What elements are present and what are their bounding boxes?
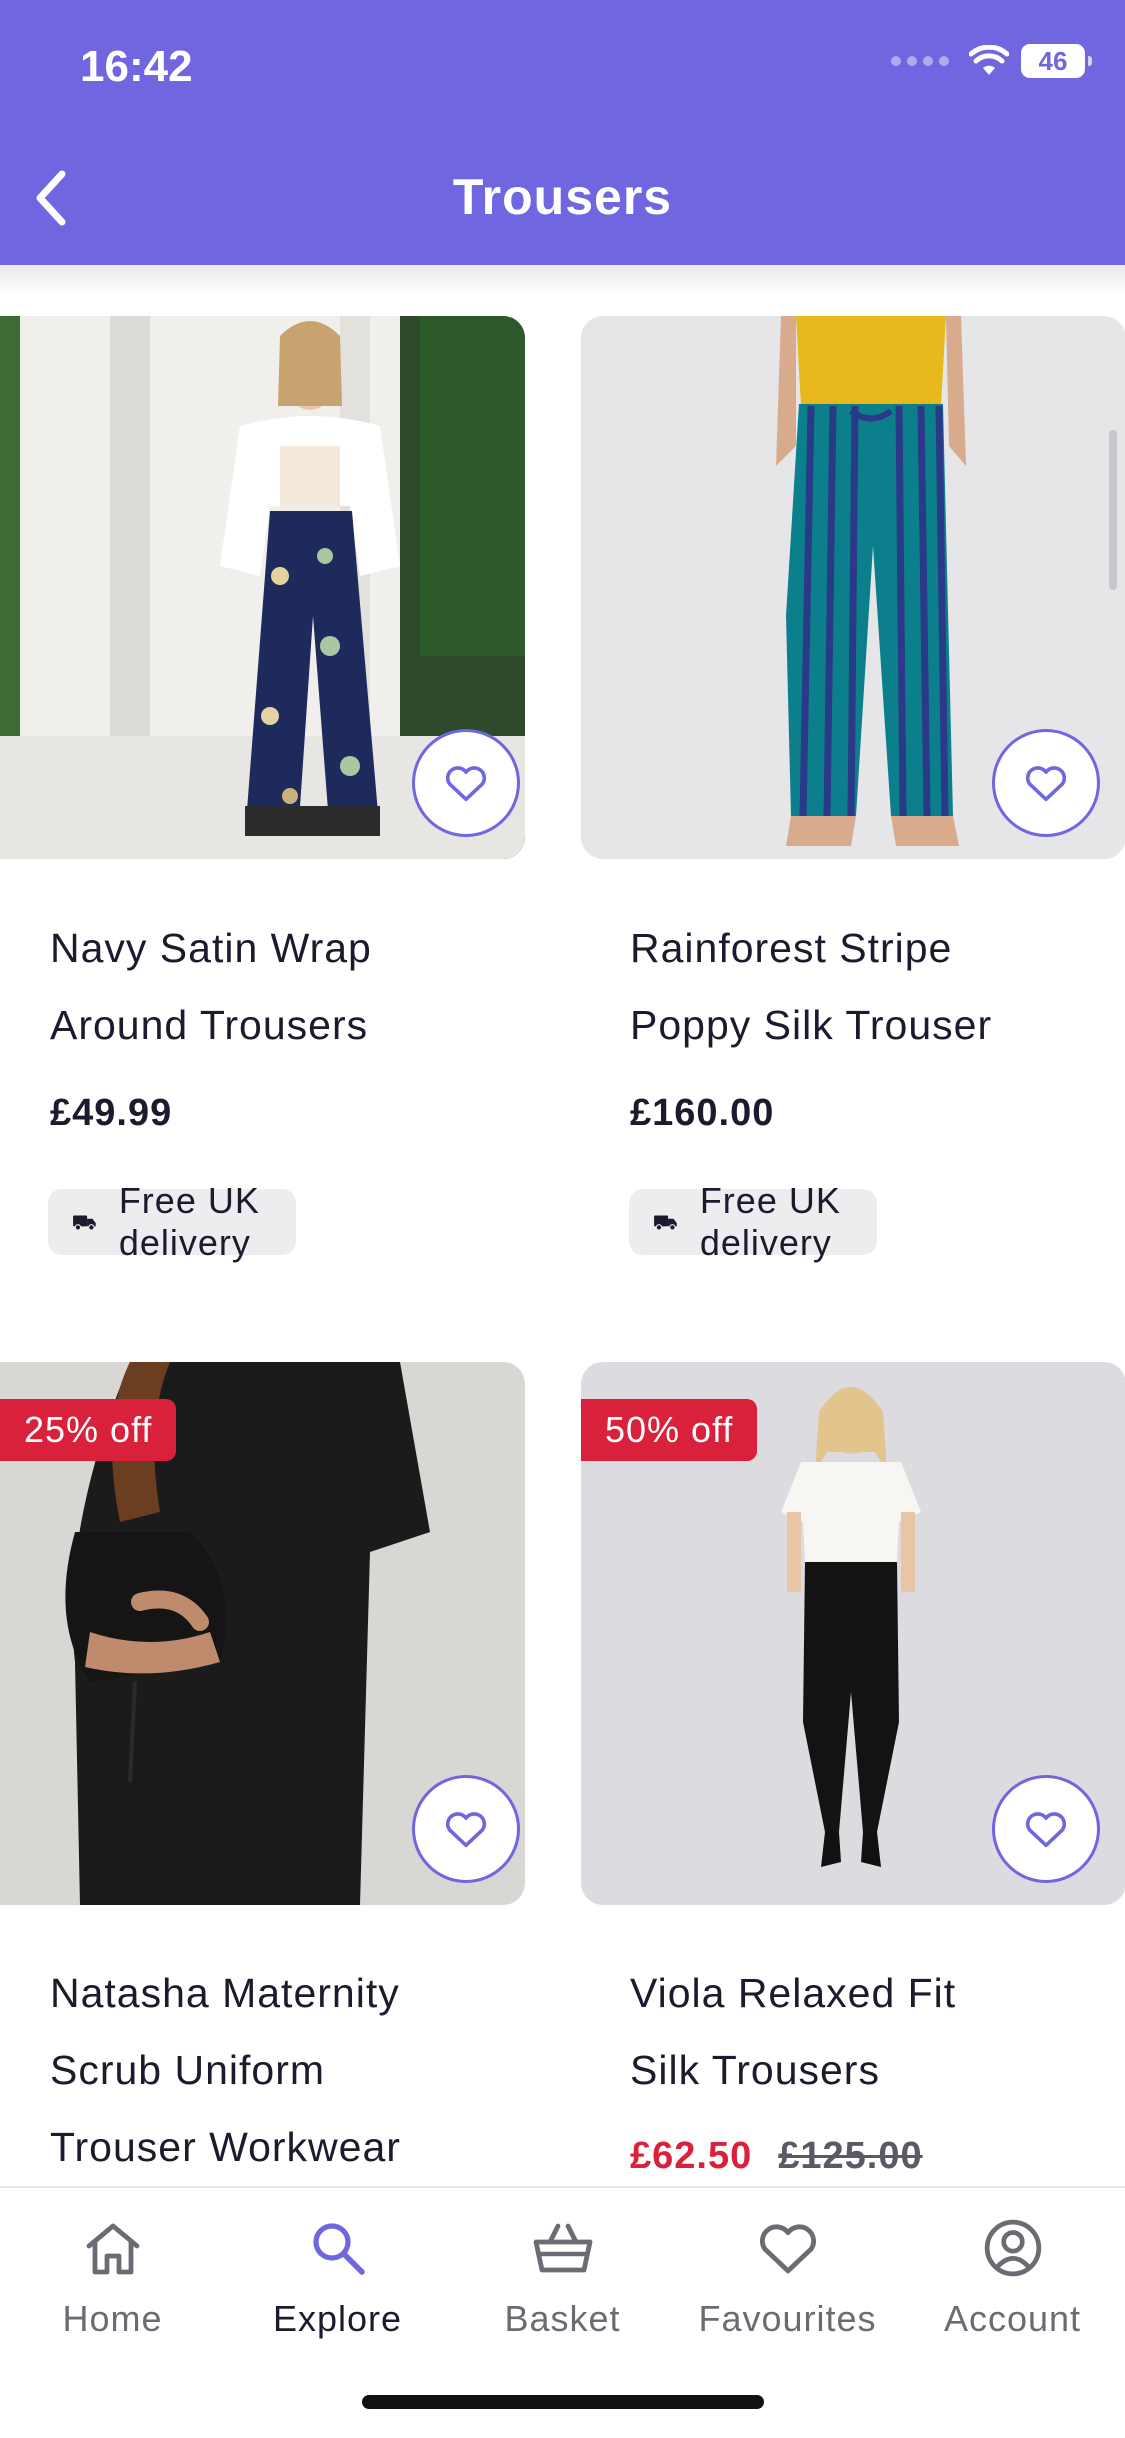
delivery-badge: Free UK delivery: [48, 1180, 297, 1263]
delivery-truck-icon: [654, 1215, 677, 1231]
favourite-button[interactable]: [992, 1775, 1100, 1883]
favourite-button[interactable]: [992, 729, 1100, 837]
home-icon: [86, 2223, 139, 2275]
delivery-truck-icon: [73, 1215, 96, 1231]
favourite-button[interactable]: [412, 1775, 520, 1883]
original-price: £125.00: [778, 2135, 923, 2177]
home-indicator: [362, 2395, 764, 2409]
heart-icon: [1025, 1812, 1067, 1848]
product-price: £160.00: [630, 1092, 775, 1134]
heart-icon: [759, 2224, 816, 2274]
product-name[interactable]: Rainforest Stripe Poppy Silk Trouser: [630, 910, 1100, 1064]
header-shadow: [0, 265, 1125, 295]
tab-explore[interactable]: Explore: [225, 2208, 450, 2340]
signal-icon: [891, 56, 949, 66]
discount-badge: 50% off: [581, 1399, 758, 1461]
status-time: 16:42: [80, 42, 193, 91]
tab-basket[interactable]: Basket: [450, 2208, 675, 2340]
product-price: £49.99: [50, 1092, 173, 1134]
account-icon: [984, 2219, 1041, 2277]
tab-home[interactable]: Home: [0, 2208, 225, 2340]
scrollbar[interactable]: [1109, 430, 1117, 590]
page-title: Trousers: [452, 169, 673, 225]
search-icon: [312, 2223, 365, 2275]
product-name[interactable]: Viola Relaxed Fit Silk Trousers: [630, 1955, 1100, 2109]
app-header: 16:42 46 Trousers: [0, 0, 1125, 265]
favourite-button[interactable]: [412, 729, 520, 837]
heart-icon: [445, 1812, 487, 1848]
heart-icon: [1025, 766, 1067, 802]
discount-badge: 25% off: [0, 1399, 177, 1461]
product-name[interactable]: Navy Satin Wrap Around Trousers: [50, 910, 520, 1064]
battery-indicator: 46: [1021, 44, 1092, 78]
heart-icon: [445, 766, 487, 802]
status-icons: 46: [891, 44, 1092, 78]
product-name[interactable]: Natasha Maternity Scrub Uniform Trouser …: [50, 1955, 520, 2186]
delivery-badge: Free UK delivery: [629, 1180, 878, 1263]
tab-favourites[interactable]: Favourites: [675, 2208, 900, 2340]
sale-price: £62.50: [630, 2135, 753, 2177]
product-price: £62.50 £125.00: [630, 2135, 923, 2178]
tab-account[interactable]: Account: [900, 2208, 1125, 2340]
basket-icon: [533, 2223, 592, 2273]
wifi-icon: [969, 45, 1009, 75]
